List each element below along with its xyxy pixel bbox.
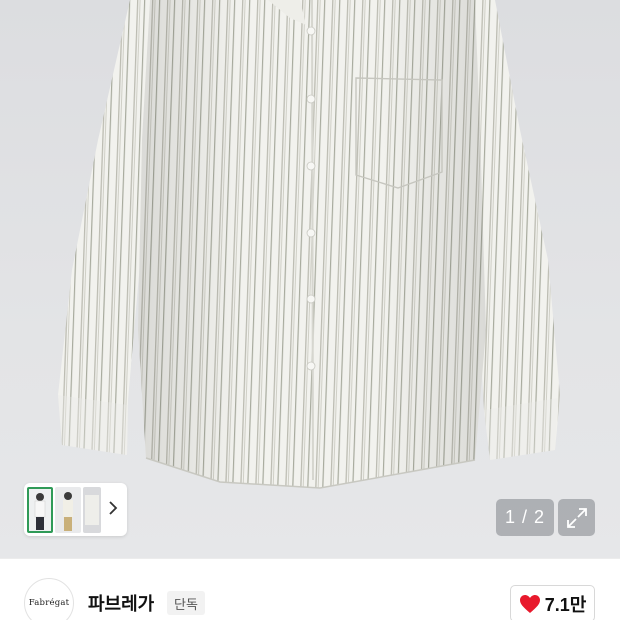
heart-icon bbox=[519, 594, 540, 613]
brand-logo[interactable]: Fabrégat bbox=[24, 578, 74, 620]
like-button[interactable]: 7.1만 bbox=[510, 585, 595, 620]
thumbnail-2[interactable] bbox=[55, 486, 81, 533]
product-image[interactable] bbox=[0, 0, 620, 558]
shirt-thumbnail bbox=[85, 494, 99, 525]
expand-arrows-icon bbox=[566, 507, 587, 528]
expand-button[interactable] bbox=[558, 499, 595, 536]
thumbnail-1[interactable] bbox=[27, 486, 53, 533]
thumbnail-3[interactable] bbox=[83, 486, 101, 533]
page-counter: 1 / 2 bbox=[496, 499, 554, 536]
chevron-right-icon[interactable] bbox=[107, 500, 119, 518]
striped-shirt-image bbox=[58, 0, 560, 489]
exclusive-badge: 단독 bbox=[167, 591, 205, 615]
model-front-thumbnail bbox=[34, 492, 46, 530]
thumbnail-strip[interactable] bbox=[24, 483, 127, 536]
brand-name[interactable]: 파브레가 bbox=[88, 590, 154, 616]
model-side-thumbnail bbox=[63, 491, 73, 531]
like-count: 7.1만 bbox=[544, 594, 587, 615]
brand-logo-text: Fabrégat bbox=[28, 598, 70, 608]
